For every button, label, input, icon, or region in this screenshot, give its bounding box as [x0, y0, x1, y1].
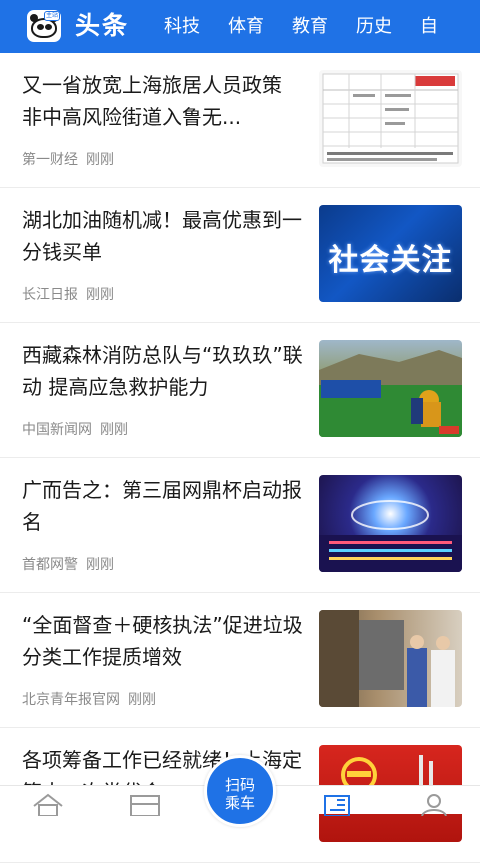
bus-card-icon[interactable] — [128, 792, 162, 816]
news-time: 刚刚 — [128, 692, 156, 708]
inspection-photo-image — [319, 610, 455, 707]
news-time: 刚刚 — [86, 152, 114, 168]
news-title[interactable]: 又一省放宽上海旅居人员政策 非中高风险街道入鲁无... — [22, 69, 304, 133]
scan-label-line1: 扫码 — [224, 776, 255, 794]
document-table-image — [322, 73, 459, 164]
top-bar: 主站 头条 科技 体育 教育 历史 自 — [0, 0, 480, 53]
logo-badge: 主站 — [43, 11, 60, 21]
news-title[interactable]: “全面督查＋硬核执法”促进垃圾分类工作提质增效 — [22, 609, 304, 673]
news-thumbnail[interactable] — [319, 610, 462, 707]
app-logo-panda-icon[interactable]: 主站 — [27, 10, 61, 42]
news-item[interactable]: 广而告之：第三届网鼎杯启动报名 首都网警 刚刚 — [0, 458, 480, 593]
tab-tech[interactable]: 科技 — [164, 14, 200, 40]
news-meta: 长江日报 刚刚 — [22, 284, 114, 304]
tab-sports[interactable]: 体育 — [228, 14, 264, 40]
news-source: 第一财经 — [22, 152, 78, 168]
news-title[interactable]: 湖北加油随机减！最高优惠到一分钱买单 — [22, 204, 304, 268]
tab-headlines-active[interactable]: 头条 — [75, 9, 129, 43]
thumbnail-caption: 社会关注 — [328, 243, 453, 278]
news-thumbnail[interactable] — [319, 475, 462, 572]
news-item[interactable]: “全面督查＋硬核执法”促进垃圾分类工作提质增效 北京青年报官网 刚刚 — [0, 593, 480, 728]
news-thumbnail[interactable]: 社会关注 — [319, 205, 462, 302]
news-title[interactable]: 西藏森林消防总队与“玖玖玖”联动 提高应急救护能力 — [22, 339, 304, 403]
news-item[interactable]: 湖北加油随机减！最高优惠到一分钱买单 长江日报 刚刚 社会关注 — [0, 188, 480, 323]
news-source: 首都网警 — [22, 557, 78, 573]
news-thumbnail[interactable] — [319, 70, 462, 167]
stage-photo-image — [319, 500, 462, 572]
scan-label-line2: 乘车 — [224, 794, 255, 812]
news-source: 北京青年报官网 — [22, 692, 120, 708]
news-icon[interactable] — [321, 792, 355, 816]
news-time: 刚刚 — [86, 287, 114, 303]
news-meta — [22, 824, 30, 840]
news-thumbnail[interactable] — [319, 340, 462, 437]
news-meta: 中国新闻网 刚刚 — [22, 419, 128, 439]
news-item[interactable]: 又一省放宽上海旅居人员政策 非中高风险街道入鲁无... 第一财经 刚刚 — [0, 53, 480, 188]
news-item[interactable]: 西藏森林消防总队与“玖玖玖”联动 提高应急救护能力 中国新闻网 刚刚 — [0, 323, 480, 458]
news-time: 刚刚 — [86, 557, 114, 573]
news-source: 长江日报 — [22, 287, 78, 303]
home-icon[interactable] — [31, 792, 65, 816]
tab-more-partial[interactable]: 自 — [420, 14, 438, 40]
field-photo-image — [319, 350, 462, 437]
news-meta: 首都网警 刚刚 — [22, 554, 114, 574]
news-time: 刚刚 — [100, 422, 128, 438]
scan-ride-button[interactable]: 扫码 乘车 — [204, 755, 276, 827]
news-meta: 北京青年报官网 刚刚 — [22, 689, 156, 709]
profile-icon[interactable] — [417, 792, 451, 816]
category-tabs: 科技 体育 教育 历史 自 — [164, 14, 466, 40]
tab-education[interactable]: 教育 — [292, 14, 328, 40]
tab-history[interactable]: 历史 — [356, 14, 392, 40]
news-feed: 又一省放宽上海旅居人员政策 非中高风险街道入鲁无... 第一财经 刚刚 湖北加油… — [0, 53, 480, 863]
news-meta: 第一财经 刚刚 — [22, 149, 114, 169]
news-title[interactable]: 广而告之：第三届网鼎杯启动报名 — [22, 474, 304, 538]
panda-eye-left — [37, 24, 44, 30]
panda-head — [31, 18, 57, 38]
panda-eye-right — [45, 24, 52, 30]
news-source: 中国新闻网 — [22, 422, 92, 438]
